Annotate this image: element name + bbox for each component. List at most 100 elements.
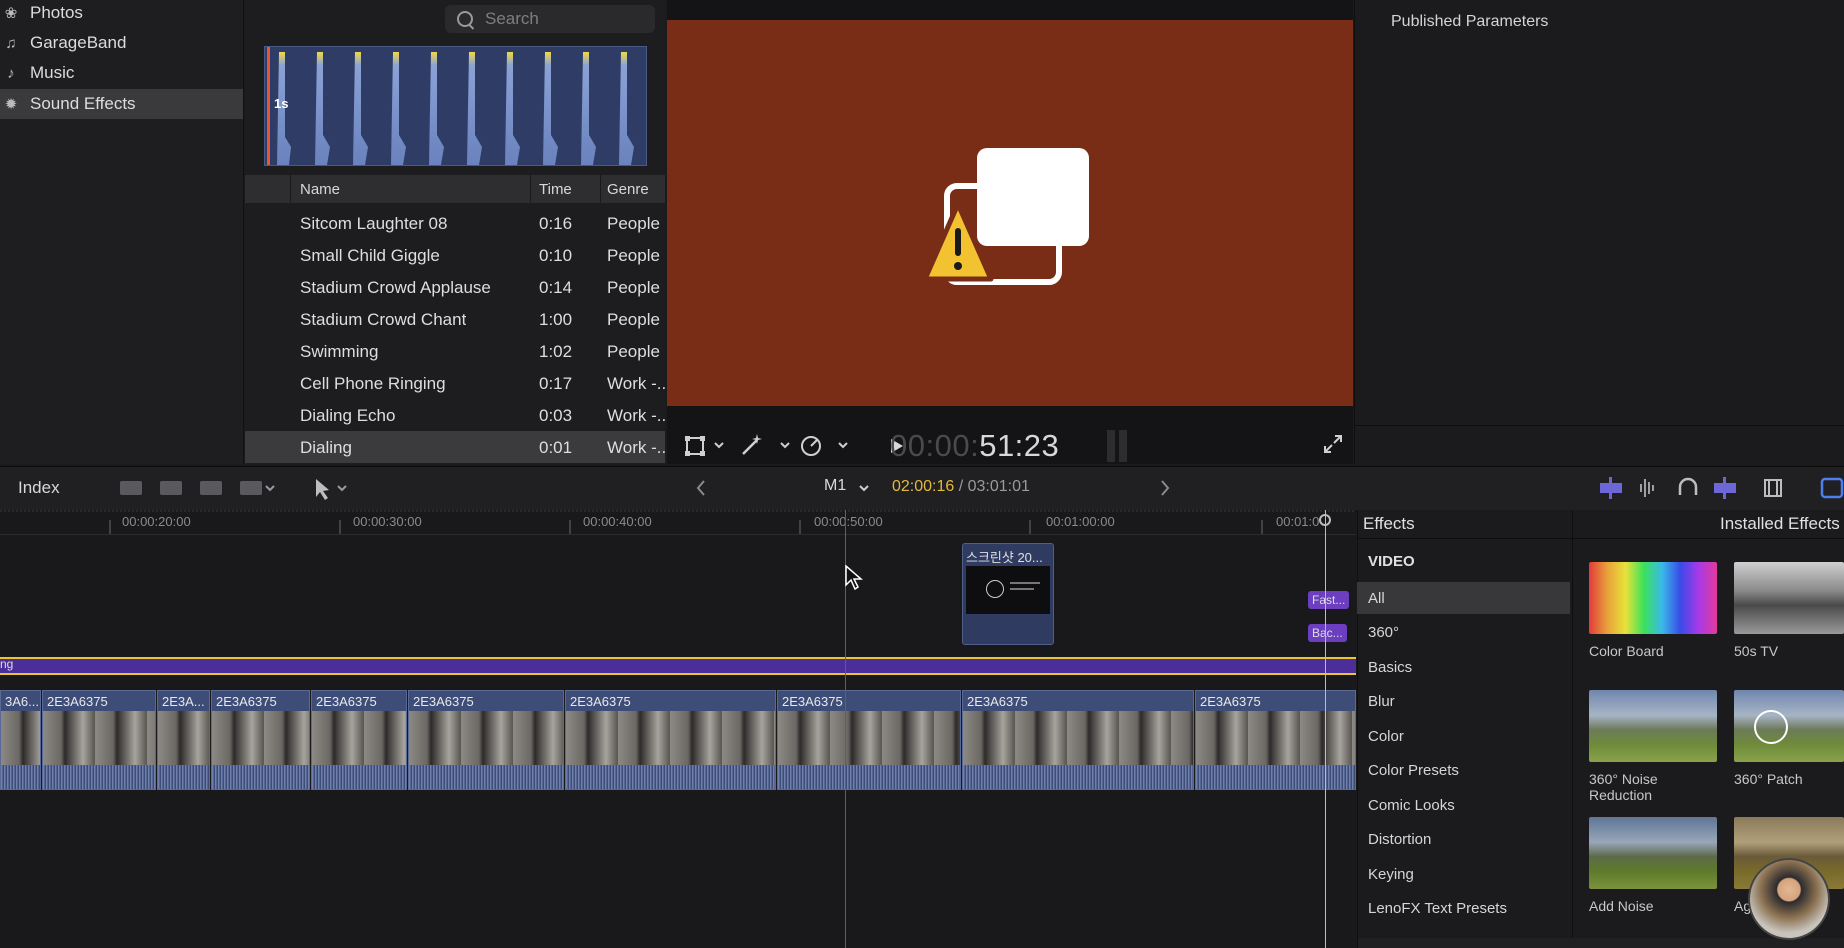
effects-category-lenofx-text-presets[interactable]: LenoFX Text Presets xyxy=(1357,892,1570,924)
select-tool-icon[interactable] xyxy=(316,479,329,500)
title-clip-tag[interactable]: Fast... xyxy=(1308,591,1350,609)
sidebar-item-sound-effects[interactable]: ✹ Sound Effects xyxy=(0,89,243,119)
timecode-bright: 51:23 xyxy=(979,428,1060,463)
table-row[interactable]: Small Child Giggle 0:10 People xyxy=(245,239,665,271)
row-name: Cell Phone Ringing xyxy=(300,374,446,393)
back-arrow-icon[interactable] xyxy=(696,480,705,496)
search-input[interactable]: Search xyxy=(445,5,655,33)
effect-thumb-50s-tv[interactable] xyxy=(1734,562,1844,634)
video-clip[interactable]: 2E3A6375 xyxy=(777,690,961,790)
mouse-cursor-icon xyxy=(845,565,864,591)
row-time: 0:17 xyxy=(539,374,573,393)
sidebar-item-label: Sound Effects xyxy=(30,94,136,113)
clip-title: 2E3A6375 xyxy=(782,694,843,709)
chevron-down-icon[interactable] xyxy=(714,442,724,449)
video-clip[interactable]: 2E3A6375 xyxy=(408,690,564,790)
skimming-icon[interactable] xyxy=(1600,477,1622,499)
speed-icon[interactable] xyxy=(801,436,821,456)
audio-storyline[interactable]: ng xyxy=(0,657,1356,675)
chevron-down-icon[interactable] xyxy=(265,485,275,492)
clip-title: 2E3A... xyxy=(162,694,205,709)
fullscreen-icon[interactable] xyxy=(1324,435,1342,453)
video-clip[interactable]: 3A6... xyxy=(0,690,41,790)
video-clip[interactable]: 2E3A6375 xyxy=(962,690,1194,790)
edit-buttons[interactable] xyxy=(120,481,262,495)
transform-icon[interactable] xyxy=(685,436,705,456)
sidebar-item-photos[interactable]: ❀ Photos xyxy=(0,0,243,28)
search-icon xyxy=(457,11,473,27)
row-time: 0:16 xyxy=(539,214,573,233)
audio-skimming-icon[interactable] xyxy=(1640,479,1654,497)
waveform-graphic xyxy=(267,47,634,165)
effects-browser-icon[interactable] xyxy=(1820,477,1844,499)
row-genre: People xyxy=(607,278,660,297)
chevron-down-icon[interactable] xyxy=(838,442,848,449)
effects-category-blur[interactable]: Blur xyxy=(1357,685,1570,717)
effect-thumb-360-noise-reduction[interactable] xyxy=(1589,690,1717,762)
table-row[interactable]: Sitcom Laughter 08 0:16 People xyxy=(245,207,665,239)
clip-thumbnail xyxy=(966,566,1050,614)
row-name: Stadium Crowd Chant xyxy=(300,310,467,329)
waveform-preview[interactable] xyxy=(264,46,647,166)
chevron-down-icon[interactable] xyxy=(780,442,790,449)
clip-title: 2E3A6375 xyxy=(570,694,631,709)
table-row[interactable]: Stadium Crowd Applause 0:14 People xyxy=(245,271,665,303)
video-clip[interactable]: 2E3A6375 xyxy=(42,690,156,790)
effects-category-basics[interactable]: Basics xyxy=(1357,651,1570,683)
row-genre: Work -.. xyxy=(607,438,665,457)
effects-category-comic-looks[interactable]: Comic Looks xyxy=(1357,789,1570,821)
music-icon: ♪ xyxy=(7,64,15,82)
column-header-genre[interactable]: Genre xyxy=(607,181,649,198)
effects-section-video: VIDEO xyxy=(1368,553,1415,570)
category-label: Basics xyxy=(1368,659,1413,676)
effect-thumb-color-board[interactable] xyxy=(1589,562,1717,634)
chevron-down-icon[interactable] xyxy=(859,485,869,492)
video-clip[interactable]: 2E3A6375 xyxy=(1195,690,1356,790)
effects-category-keying[interactable]: Keying xyxy=(1357,858,1570,890)
viewer-timecode[interactable]: 00:00:51:23 xyxy=(890,428,1059,464)
chevron-down-icon[interactable] xyxy=(337,485,347,492)
table-row[interactable]: Stadium Crowd Chant 1:00 People xyxy=(245,303,665,335)
table-row[interactable]: Swimming 1:02 People xyxy=(245,335,665,367)
row-time: 0:03 xyxy=(539,406,573,425)
effect-thumb-360-patch[interactable] xyxy=(1734,690,1844,762)
effects-category-color[interactable]: Color xyxy=(1357,720,1570,752)
effects-category-color-presets[interactable]: Color Presets xyxy=(1357,754,1570,786)
clip-title: 3A6... xyxy=(5,694,39,709)
title-clip-tag[interactable]: Bac... xyxy=(1308,624,1347,642)
magic-wand-icon[interactable] xyxy=(742,434,762,455)
table-row[interactable]: Dialing Echo 0:03 Work -.. xyxy=(245,399,665,431)
table-row[interactable]: Cell Phone Ringing 0:17 Work -.. xyxy=(245,367,665,399)
column-header-time[interactable]: Time xyxy=(539,181,572,198)
row-name: Swimming xyxy=(300,342,379,361)
timeline-ruler[interactable] xyxy=(0,510,1356,535)
clip-appearance-icon[interactable] xyxy=(1764,479,1782,497)
viewer-frame[interactable] xyxy=(667,20,1353,406)
video-clip[interactable]: 2E3A6375 xyxy=(211,690,310,790)
effect-label: 50s TV xyxy=(1734,643,1779,659)
missing-media-icon xyxy=(922,148,1089,285)
timecode-current: 02:00:16 xyxy=(892,478,955,495)
project-name[interactable]: M1 xyxy=(824,477,846,495)
skimmer[interactable] xyxy=(1319,510,1331,948)
video-clip[interactable]: 2E3A6375 xyxy=(311,690,407,790)
video-clip[interactable]: 2E3A6375 xyxy=(565,690,776,790)
timecode-dim: 00:00: xyxy=(890,428,980,463)
sidebar-item-garageband[interactable]: ♫ GarageBand xyxy=(0,28,243,58)
sidebar-item-music[interactable]: ♪ Music xyxy=(0,58,243,88)
category-label: Color xyxy=(1368,728,1404,745)
effects-category-all[interactable]: All xyxy=(1357,582,1570,614)
forward-arrow-icon[interactable] xyxy=(1161,480,1170,496)
table-row-selected[interactable]: Dialing 0:01 Work -.. xyxy=(245,431,665,463)
headphones-icon[interactable] xyxy=(1678,477,1698,495)
sidebar-item-label: Music xyxy=(30,63,75,82)
effects-category-distortion[interactable]: Distortion xyxy=(1357,823,1570,855)
ruler-label: 00:00:40:00 xyxy=(583,514,652,529)
effect-thumb-add-noise[interactable] xyxy=(1589,817,1717,889)
timeline-timecode: 02:00:16 / 03:01:01 xyxy=(892,478,1030,496)
snapping-icon[interactable] xyxy=(1714,477,1736,499)
index-button[interactable]: Index xyxy=(18,478,60,498)
column-header-name[interactable]: Name xyxy=(300,181,340,198)
effects-category-360[interactable]: 360° xyxy=(1357,616,1570,648)
video-clip[interactable]: 2E3A... xyxy=(157,690,210,790)
